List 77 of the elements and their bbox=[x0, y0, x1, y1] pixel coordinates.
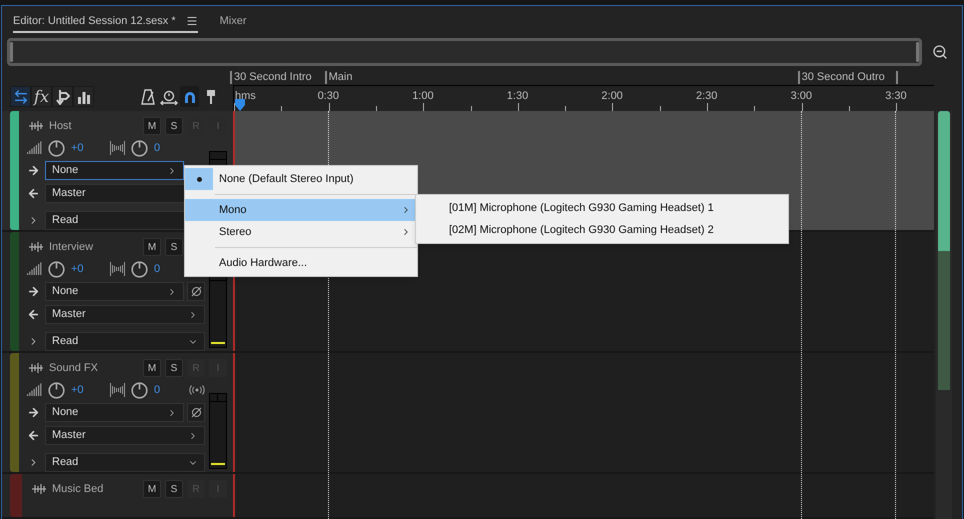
track-toggle[interactable]: M bbox=[143, 117, 161, 135]
phase-invert-button[interactable] bbox=[187, 282, 205, 301]
track-name[interactable]: Host bbox=[49, 118, 137, 134]
input-dropdown[interactable]: None bbox=[45, 161, 184, 180]
input-dropdown[interactable]: None bbox=[45, 403, 184, 422]
volume-icon bbox=[27, 383, 43, 397]
sends-tool[interactable] bbox=[52, 86, 73, 107]
track-toggle[interactable]: S bbox=[165, 238, 183, 256]
menu-item[interactable]: Audio Hardware... bbox=[185, 252, 417, 274]
volume-icon bbox=[27, 262, 43, 276]
menu-icon[interactable] bbox=[186, 15, 198, 27]
knob[interactable] bbox=[48, 260, 65, 278]
input-arrow-icon bbox=[27, 164, 40, 177]
zoom-icon[interactable] bbox=[932, 44, 948, 60]
fx-label: fx bbox=[34, 86, 49, 108]
knob[interactable] bbox=[131, 382, 148, 398]
broadcast-icon[interactable] bbox=[189, 385, 205, 395]
phase-invert-button[interactable] bbox=[187, 403, 205, 422]
track-toggle[interactable]: S bbox=[165, 117, 183, 135]
editor-tab[interactable]: Editor: Untitled Session 12.sesx * bbox=[13, 11, 198, 33]
pin-icon bbox=[206, 88, 216, 104]
output-arrow-icon bbox=[27, 308, 40, 321]
volume-value[interactable]: +0 bbox=[71, 140, 109, 156]
volume-icon bbox=[27, 141, 43, 155]
time-ruler[interactable]: hms 0:30 1:00 1:30 2:00 2:30 3:00 3:30 bbox=[233, 85, 934, 111]
volume-value[interactable]: +0 bbox=[71, 260, 109, 278]
marker-range[interactable]: 30 Second Outro bbox=[798, 71, 898, 84]
waveform-icon bbox=[29, 363, 43, 373]
knob[interactable] bbox=[48, 140, 65, 156]
track-name[interactable]: Music Bed bbox=[52, 480, 137, 498]
input-arrow-icon bbox=[27, 285, 40, 298]
metronome-icon bbox=[140, 88, 154, 104]
pan-value[interactable]: 0 bbox=[154, 140, 205, 156]
track-toggle[interactable]: M bbox=[143, 238, 161, 256]
knob[interactable] bbox=[48, 382, 65, 398]
swap-arrows-icon bbox=[12, 88, 28, 104]
menu-item[interactable]: Mono bbox=[185, 199, 417, 221]
waveform-icon bbox=[29, 121, 43, 131]
pan-icon bbox=[109, 383, 126, 397]
io-tool[interactable] bbox=[10, 86, 31, 107]
knob[interactable] bbox=[131, 260, 148, 278]
output-arrow-icon bbox=[27, 187, 40, 200]
track-name[interactable]: Sound FX bbox=[49, 360, 137, 376]
output-dropdown[interactable]: Master bbox=[45, 426, 205, 445]
input-arrow-icon bbox=[27, 406, 40, 419]
bar-chart-icon bbox=[76, 90, 90, 104]
pan-icon bbox=[109, 141, 126, 155]
fx-tool[interactable]: fx bbox=[31, 86, 52, 107]
snap-tool[interactable] bbox=[180, 86, 199, 107]
track-toggle[interactable]: M bbox=[143, 480, 161, 498]
magnet-icon bbox=[182, 90, 196, 104]
pan-value[interactable]: 0 bbox=[154, 382, 189, 398]
track-toggle[interactable]: S bbox=[165, 480, 183, 498]
marker-range[interactable]: 30 Second Intro bbox=[230, 71, 312, 84]
vertical-scrollbar[interactable] bbox=[936, 111, 952, 519]
menu-item[interactable]: [01M] Microphone (Logitech G930 Gaming Headset) 1 bbox=[416, 197, 788, 219]
editor-tab[interactable]: Mixer bbox=[220, 11, 247, 33]
slashed-circle-icon bbox=[190, 407, 202, 418]
input-dropdown[interactable]: None bbox=[45, 282, 184, 301]
branch-arrow-icon bbox=[56, 88, 70, 104]
stopwatch-icon bbox=[160, 88, 178, 104]
output-dropdown[interactable]: Master bbox=[45, 305, 205, 324]
marker-range[interactable]: Main bbox=[324, 71, 352, 84]
automation-dropdown[interactable]: Read bbox=[45, 332, 205, 351]
track-toggle[interactable]: M bbox=[143, 359, 161, 377]
track-name[interactable]: Interview bbox=[49, 238, 137, 256]
volume-value[interactable]: +0 bbox=[71, 382, 109, 398]
menu-item[interactable]: [02M] Microphone (Logitech G930 Gaming Headset) 2 bbox=[416, 219, 788, 241]
slashed-circle-icon bbox=[190, 286, 202, 297]
automation-dropdown[interactable]: Read bbox=[45, 453, 205, 472]
waveform-icon bbox=[32, 484, 46, 494]
knob[interactable] bbox=[131, 140, 148, 156]
output-arrow-icon bbox=[27, 429, 40, 442]
eq-tool[interactable] bbox=[73, 86, 94, 107]
track-toggle[interactable]: S bbox=[165, 359, 183, 377]
waveform-icon bbox=[29, 242, 43, 252]
pan-icon bbox=[109, 262, 126, 276]
